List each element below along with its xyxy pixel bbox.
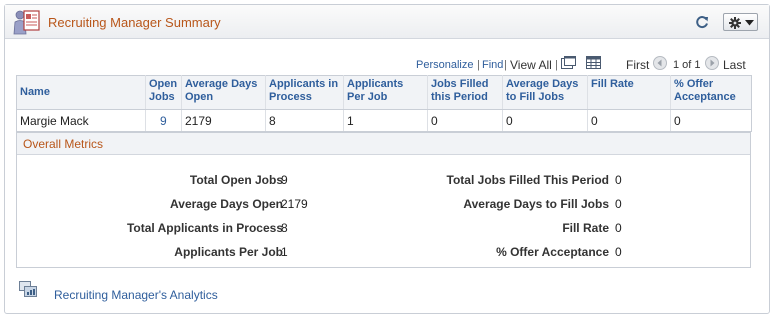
open-jobs-link[interactable]: 9 — [160, 114, 167, 128]
column-header-average-days-to-fill[interactable]: Average Days to Fill Jobs — [502, 75, 588, 110]
personalize-link[interactable]: Personalize — [416, 59, 473, 71]
metric-label-total-open-jobs: Total Open Jobs — [189, 173, 283, 187]
pagelet-header: Recruiting Manager Summary — [5, 5, 769, 39]
cell-applicants-per-job: 1 — [343, 109, 428, 132]
metric-value-offer-acceptance: 0 — [615, 245, 622, 259]
cell-name: Margie Mack — [16, 109, 146, 132]
page-info: 1 of 1 — [673, 59, 701, 71]
analytics-icon — [19, 281, 37, 297]
find-link[interactable]: Find — [482, 59, 503, 71]
grid-header-row: Name Open Jobs Average Days Open Applica… — [16, 75, 752, 110]
pagelet-title: Recruiting Manager Summary — [48, 15, 221, 30]
overall-metrics-title: Overall Metrics — [17, 133, 750, 155]
column-header-applicants-per-job[interactable]: Applicants Per Job — [343, 75, 428, 110]
column-header-fill-rate[interactable]: Fill Rate — [587, 75, 671, 110]
metric-value-fill-rate: 0 — [615, 221, 622, 235]
cell-average-days-open: 2179 — [181, 109, 266, 132]
column-header-jobs-filled[interactable]: Jobs Filled this Period — [427, 75, 503, 110]
next-page-icon[interactable] — [705, 56, 719, 70]
download-grid-icon[interactable] — [586, 56, 601, 69]
first-page-label: First — [626, 58, 650, 72]
refresh-icon[interactable] — [694, 14, 710, 30]
pagelet-options-button[interactable] — [723, 13, 758, 31]
metric-label-offer-acceptance: % Offer Acceptance — [496, 245, 609, 259]
recruiting-manager-summary-pagelet: Recruiting Manager Summary Personalize |… — [4, 4, 770, 314]
grid-navigation-bar: Personalize | Find | View All | First 1 … — [5, 56, 769, 74]
manager-summary-icon — [13, 10, 40, 35]
column-header-applicants-in-process[interactable]: Applicants in Process — [265, 75, 344, 110]
metric-label-jobs-filled: Total Jobs Filled This Period — [446, 173, 609, 187]
table-row: Margie Mack 9 2179 8 1 0 0 0 0 — [16, 109, 752, 132]
cell-fill-rate: 0 — [587, 109, 671, 132]
column-header-offer-acceptance[interactable]: % Offer Acceptance — [670, 75, 752, 110]
metric-value-average-days-to-fill: 0 — [615, 197, 622, 211]
last-page-label: Last — [723, 58, 746, 72]
metric-label-applicants-per-job: Applicants Per Job — [174, 245, 283, 259]
previous-page-icon[interactable] — [653, 56, 667, 70]
metric-label-average-days-open: Average Days Open — [170, 197, 283, 211]
metric-label-total-applicants: Total Applicants in Process — [126, 221, 283, 235]
column-header-average-days-open[interactable]: Average Days Open — [181, 75, 266, 110]
overall-metrics-section: Overall Metrics Total Open Jobs 9 Averag… — [16, 132, 751, 268]
metric-value-applicants-per-job: 1 — [281, 245, 288, 259]
column-header-open-jobs[interactable]: Open Jobs — [145, 75, 182, 110]
recruiting-analytics-link[interactable]: Recruiting Manager's Analytics — [54, 288, 218, 302]
metric-value-average-days-open: 2179 — [281, 197, 308, 211]
nav-separator: | — [555, 59, 558, 71]
cell-jobs-filled: 0 — [427, 109, 503, 132]
cell-offer-acceptance: 0 — [670, 109, 752, 132]
cell-average-days-to-fill: 0 — [502, 109, 588, 132]
metric-value-total-applicants: 8 — [281, 221, 288, 235]
column-header-name[interactable]: Name — [16, 75, 146, 110]
metric-label-fill-rate: Fill Rate — [562, 221, 609, 235]
gear-icon — [729, 17, 741, 29]
nav-separator: | — [504, 59, 507, 71]
recruiting-summary-grid: Name Open Jobs Average Days Open Applica… — [16, 75, 752, 132]
chevron-down-icon — [745, 20, 754, 26]
new-window-icon[interactable] — [561, 56, 576, 69]
metric-value-jobs-filled: 0 — [615, 173, 622, 187]
view-all-link[interactable]: View All — [510, 58, 552, 72]
cell-applicants-in-process: 8 — [265, 109, 344, 132]
nav-separator: | — [477, 59, 480, 71]
metric-value-total-open-jobs: 9 — [281, 173, 288, 187]
metric-label-average-days-to-fill: Average Days to Fill Jobs — [463, 197, 609, 211]
